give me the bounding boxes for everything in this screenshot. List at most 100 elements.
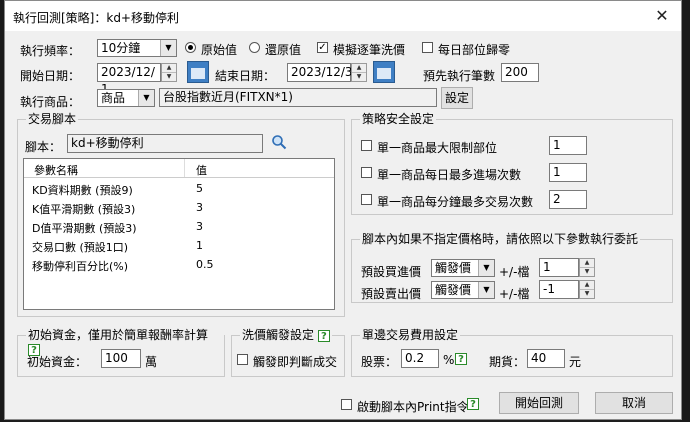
futures-fee-field[interactable]: 40: [527, 349, 565, 368]
start-date-field[interactable]: 2023/12/ 1: [97, 63, 161, 96]
print-checkbox[interactable]: [341, 399, 352, 410]
sell-tick-label: +/-檔: [499, 287, 530, 301]
freq-select[interactable]: 10分鐘 ▼: [97, 39, 177, 57]
param-name: K值平滑期數 (預設3): [32, 203, 136, 216]
param-value: 3: [196, 201, 203, 214]
end-date-label: 結束日期：: [215, 69, 276, 83]
help-icon[interactable]: ?: [317, 329, 330, 342]
chevron-down-icon[interactable]: ▼: [478, 282, 494, 298]
param-value: 0.5: [196, 258, 214, 271]
max-pos-label: 單一商品最大限制部位: [377, 141, 498, 155]
param-name: 移動停利百分比(%): [32, 260, 129, 273]
param-name-header: 參數名稱: [34, 164, 78, 177]
futures-unit: 元: [569, 355, 582, 369]
search-icon[interactable]: [271, 134, 287, 150]
prebars-field[interactable]: 200: [501, 63, 539, 82]
chevron-down-icon[interactable]: ▼: [478, 260, 494, 276]
script-group-title: 交易腳本: [26, 112, 79, 126]
daily-entry-field[interactable]: 1: [549, 163, 587, 182]
sell-type-value: 觸發價: [435, 283, 472, 297]
prebars-label: 預先執行筆數: [423, 69, 496, 83]
buy-tick-spinner[interactable]: ▲ ▼: [579, 258, 595, 277]
futures-label: 期貨：: [489, 355, 526, 369]
buy-tick-field[interactable]: 1: [539, 258, 579, 277]
help-glyph: ?: [455, 352, 467, 365]
product-type-value: 商品: [101, 91, 126, 105]
window-title: 執行回測[策略]：kd+移動停利: [13, 11, 179, 25]
sell-type-select[interactable]: 觸發價 ▼: [431, 281, 495, 299]
print-label: 啟動腳本內Print指令: [357, 400, 469, 414]
buy-price-label: 預設買進價: [361, 265, 422, 279]
params-header: 參數名稱 值: [24, 159, 334, 178]
param-name: D值平滑期數 (預設3): [32, 222, 137, 235]
radio-restore-label: 還原值: [265, 43, 302, 57]
daily-entry-label: 單一商品每日最多進場次數: [377, 168, 522, 182]
param-value-header: 值: [196, 164, 207, 177]
stock-fee-field[interactable]: 0.2: [401, 349, 439, 368]
wash-title-text: 洗價觸發設定: [242, 328, 315, 342]
cost-group-title: 單邊交易費用設定: [360, 328, 461, 342]
sell-price-label: 預設賣出價: [361, 287, 422, 301]
param-value: 5: [196, 182, 203, 195]
max-pos-checkbox[interactable]: [361, 140, 372, 151]
backtest-dialog: 執行回測[策略]：kd+移動停利 ✕ 執行頻率： 10分鐘 ▼ 原始值 還原值 …: [4, 0, 682, 420]
radio-restore[interactable]: [249, 42, 260, 53]
sell-tick-field[interactable]: -1: [539, 280, 579, 299]
daily-entry-checkbox[interactable]: [361, 167, 372, 178]
chevron-down-icon[interactable]: ▼: [160, 40, 176, 56]
calendar-icon[interactable]: [373, 61, 395, 83]
stock-label: 股票：: [361, 355, 398, 369]
help-icon[interactable]: ?: [467, 396, 479, 410]
start-date-spinner[interactable]: ▲ ▼: [161, 63, 177, 82]
wash-label: 觸發即判斷成交: [253, 355, 338, 369]
buy-type-value: 觸發價: [435, 261, 472, 275]
capital-unit: 萬: [145, 355, 158, 369]
radio-original-label: 原始值: [201, 43, 238, 57]
wash-group-title: 洗價觸發設定 ?: [240, 328, 332, 342]
cancel-button[interactable]: 取消: [595, 392, 673, 414]
capital-field[interactable]: 100: [101, 349, 141, 368]
product-field: 台股指數近月(FITXN*1): [159, 88, 437, 107]
param-name: KD資料期數 (預設9): [32, 184, 133, 197]
wash-checkbox[interactable]: [237, 354, 248, 365]
script-field: kd+移動停利: [67, 134, 263, 153]
buy-type-select[interactable]: 觸發價 ▼: [431, 259, 495, 277]
freq-value: 10分鐘: [101, 41, 141, 55]
param-value: 3: [196, 220, 203, 233]
title-bar: 執行回測[策略]：kd+移動停利 ✕: [5, 1, 681, 31]
price-group-title: 腳本內如果不指定價格時，請依照以下參數執行委託: [360, 232, 641, 246]
per-min-label: 單一商品每分鐘最多交易次數: [377, 195, 534, 209]
help-icon[interactable]: ?: [455, 351, 467, 365]
daily-reset-label: 每日部位歸零: [438, 43, 511, 57]
per-min-field[interactable]: 2: [549, 190, 587, 209]
script-label: 腳本：: [25, 140, 62, 154]
simulate-label: 模擬逐筆洗價: [333, 43, 406, 57]
param-name: 交易口數 (預設1口): [32, 241, 129, 254]
capital-label: 初始資金：: [27, 355, 88, 369]
stock-unit: %: [443, 353, 455, 367]
help-glyph: ?: [467, 397, 479, 410]
max-pos-field[interactable]: 1: [549, 136, 587, 155]
chevron-down-icon[interactable]: ▼: [138, 90, 154, 106]
product-label: 執行商品：: [20, 95, 81, 109]
radio-original[interactable]: [185, 42, 196, 53]
radio-selected-dot: [188, 45, 193, 50]
param-value: 1: [196, 239, 203, 252]
freq-label: 執行頻率：: [20, 44, 81, 58]
buy-tick-label: +/-檔: [499, 265, 530, 279]
calendar-icon[interactable]: [187, 61, 209, 83]
sell-tick-spinner[interactable]: ▲ ▼: [579, 280, 595, 299]
end-date-spinner[interactable]: ▲ ▼: [351, 63, 367, 82]
safety-group-title: 策略安全設定: [360, 112, 437, 126]
product-type-select[interactable]: 商品 ▼: [97, 89, 155, 107]
params-list[interactable]: 參數名稱 值 KD資料期數 (預設9) 5 K值平滑期數 (預設3) 3 D值平…: [23, 158, 335, 310]
simulate-checkbox[interactable]: ✓: [317, 42, 328, 53]
daily-reset-checkbox[interactable]: [422, 42, 433, 53]
header-divider: [184, 159, 185, 177]
start-backtest-button[interactable]: 開始回測: [499, 392, 579, 414]
capital-title-text: 初始資金，僅用於簡單報酬率計算: [28, 328, 209, 342]
end-date-field[interactable]: 2023/12/31: [287, 63, 360, 82]
per-min-checkbox[interactable]: [361, 194, 372, 205]
close-icon[interactable]: ✕: [651, 5, 673, 27]
set-button[interactable]: 設定: [441, 87, 473, 109]
